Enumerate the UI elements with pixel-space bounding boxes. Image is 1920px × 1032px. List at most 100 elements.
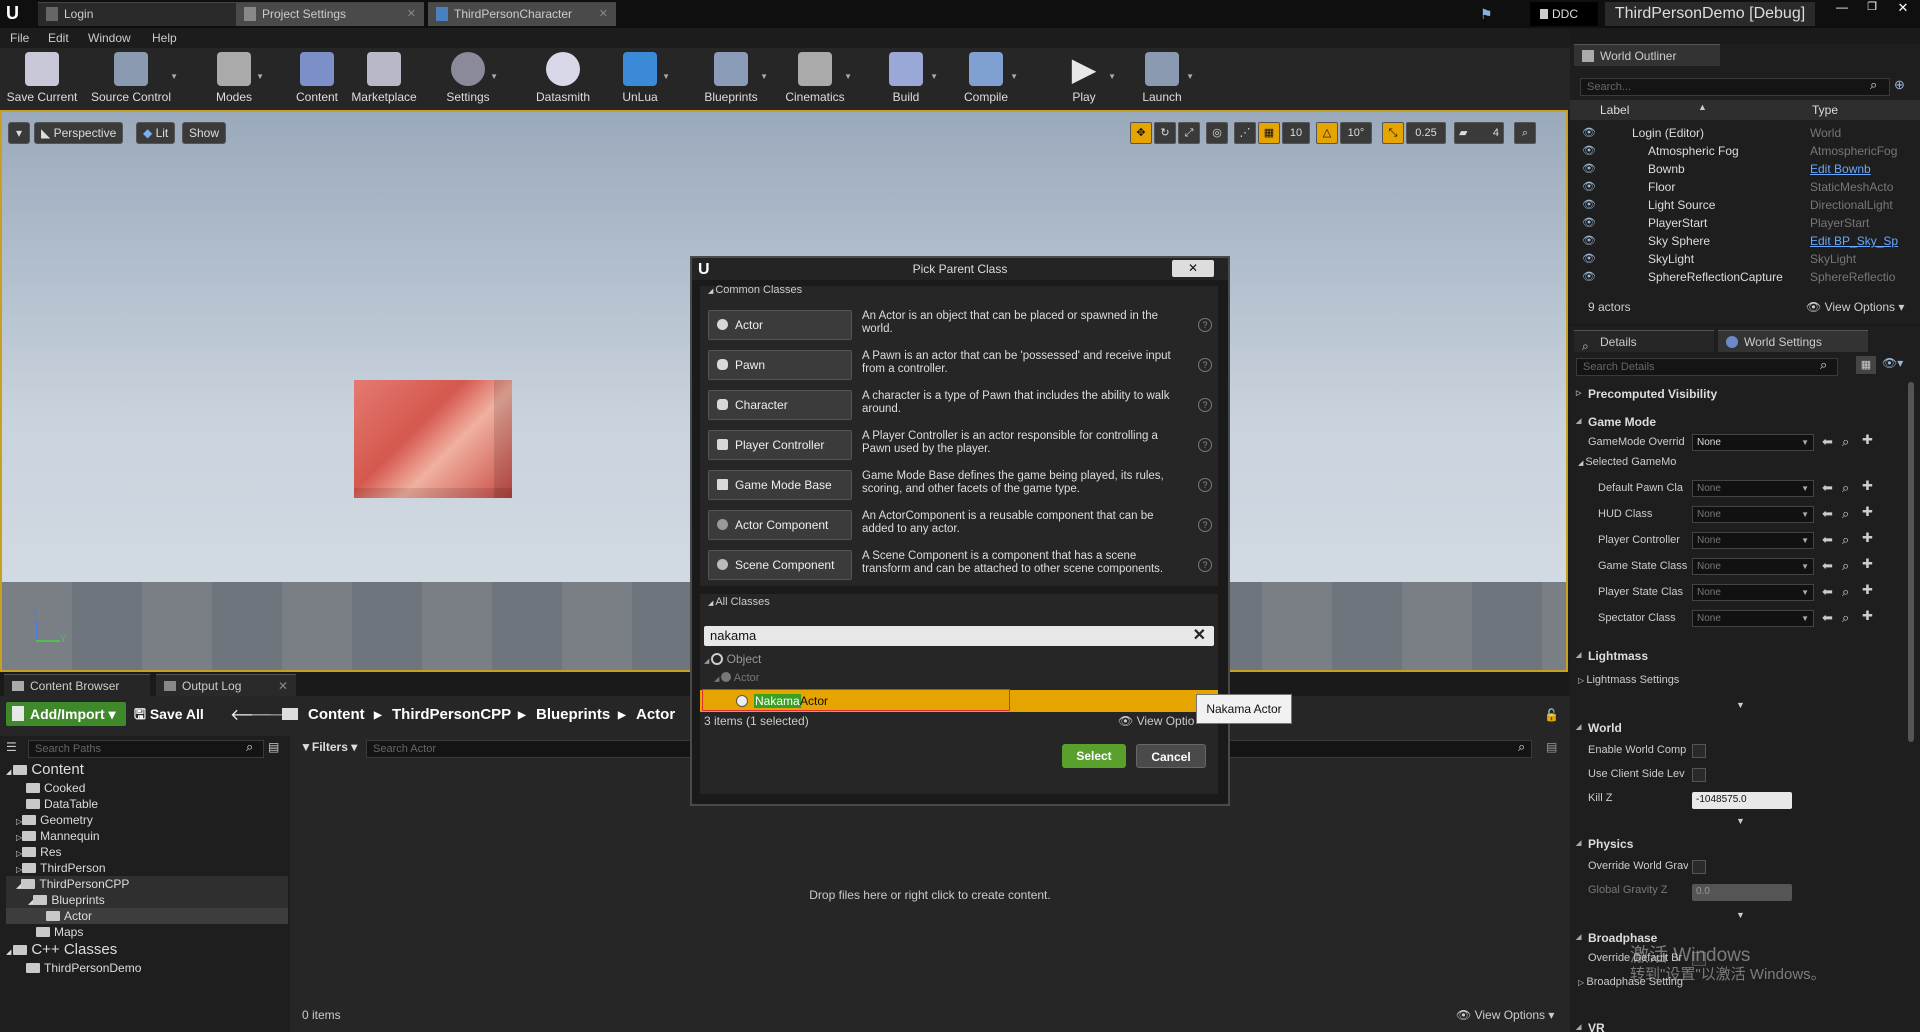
clear-icon[interactable]: ✕: [1193, 626, 1206, 646]
col-label[interactable]: Label: [1600, 103, 1629, 117]
help-icon[interactable]: ?: [1198, 558, 1212, 572]
visibility-eye-icon[interactable]: 👁: [1582, 160, 1596, 178]
enable-world-comp-checkbox[interactable]: [1692, 744, 1706, 758]
chevron-down-icon[interactable]: ▼: [256, 72, 264, 81]
section-lightmass[interactable]: Lightmass: [1574, 646, 1648, 666]
search-icon[interactable]: ⌕: [1518, 739, 1525, 755]
tab-world-settings[interactable]: World Settings: [1718, 330, 1868, 352]
expand-arrow-icon[interactable]: ▼: [1736, 910, 1745, 920]
tab-world-outliner[interactable]: World Outliner: [1574, 44, 1720, 66]
player-controller-select[interactable]: None: [1692, 532, 1814, 549]
build-button[interactable]: Build ▼: [876, 48, 938, 110]
breadcrumb-content[interactable]: Content: [308, 706, 365, 723]
play-button[interactable]: ▶ Play ▼: [1054, 48, 1116, 110]
default-pawn-select[interactable]: None: [1692, 480, 1814, 497]
grid-snap-icon[interactable]: ▦: [1258, 122, 1280, 144]
source-control-button[interactable]: Source Control ▼: [86, 48, 178, 110]
player-state-select[interactable]: None: [1692, 584, 1814, 601]
sources-toggle-icon[interactable]: ☰: [6, 740, 17, 754]
close-icon[interactable]: ✕: [278, 675, 288, 697]
class-button-game-mode-base[interactable]: Game Mode Base: [708, 470, 852, 500]
tree-item-maps[interactable]: Maps: [36, 924, 83, 940]
show-button[interactable]: Show: [182, 122, 227, 144]
save-all-button[interactable]: 🖫 Save All: [134, 704, 204, 728]
blueprints-button[interactable]: Blueprints ▼: [696, 48, 768, 110]
tree-options-icon[interactable]: ▤: [268, 740, 279, 754]
section-world[interactable]: World: [1574, 718, 1622, 738]
tree-item-datatable[interactable]: DataTable: [26, 796, 98, 812]
lightmass-settings[interactable]: ▷ Lightmass Settings: [1578, 670, 1698, 690]
help-icon[interactable]: ?: [1198, 438, 1212, 452]
eye-filter-icon[interactable]: 👁▾: [1882, 356, 1903, 370]
tab-thirdpersoncharacter[interactable]: ThirdPersonCharacter ✕: [428, 2, 616, 26]
launch-button[interactable]: Launch ▼: [1132, 48, 1194, 110]
browse-icon[interactable]: ⌕: [1842, 480, 1849, 496]
outliner-row[interactable]: 👁 Login (Editor) World: [1570, 124, 1920, 142]
class-button-character[interactable]: Character: [708, 390, 852, 420]
chevron-down-icon[interactable]: ▼: [1186, 72, 1194, 81]
minimize-button[interactable]: —: [1828, 0, 1856, 16]
tab-content-browser[interactable]: Content Browser: [4, 674, 150, 696]
outliner-row[interactable]: 👁 Floor StaticMeshActo: [1570, 178, 1920, 196]
translate-icon[interactable]: ✥: [1130, 122, 1152, 144]
plus-icon[interactable]: ✚: [1862, 556, 1873, 572]
close-icon[interactable]: ✕: [407, 3, 416, 25]
dialog-title-bar[interactable]: U Pick Parent Class ✕: [692, 258, 1228, 280]
visibility-eye-icon[interactable]: 👁: [1582, 142, 1596, 160]
visibility-eye-icon[interactable]: 👁: [1582, 196, 1596, 214]
help-icon[interactable]: ?: [1198, 398, 1212, 412]
compile-button[interactable]: Compile ▼: [956, 48, 1018, 110]
tree-item-thirdpersondemo[interactable]: ThirdPersonDemo: [26, 960, 141, 976]
scale-icon[interactable]: ⤢: [1178, 122, 1200, 144]
lock-icon[interactable]: 🔓: [1544, 708, 1559, 722]
notification-icon[interactable]: ⚑: [1480, 6, 1493, 23]
help-icon[interactable]: ?: [1198, 358, 1212, 372]
breadcrumb-blueprints[interactable]: Blueprints: [536, 706, 610, 723]
visibility-eye-icon[interactable]: 👁: [1582, 178, 1596, 196]
section-vr[interactable]: VR: [1574, 1018, 1605, 1032]
tree-item-thirdperson[interactable]: ▷ ThirdPerson: [16, 860, 106, 876]
lit-button[interactable]: ◆ Lit: [136, 122, 176, 144]
cube-actor[interactable]: [354, 380, 512, 498]
visibility-eye-icon[interactable]: 👁: [1582, 268, 1596, 286]
plus-icon[interactable]: ✚: [1862, 608, 1873, 624]
class-button-player-controller[interactable]: Player Controller: [708, 430, 852, 460]
plus-icon[interactable]: ✚: [1862, 478, 1873, 494]
modes-button[interactable]: Modes ▼: [206, 48, 264, 110]
override-gravity-checkbox[interactable]: [1692, 860, 1706, 874]
search-icon[interactable]: ⌕: [1820, 357, 1827, 373]
help-icon[interactable]: ?: [1198, 478, 1212, 492]
world-local-icon[interactable]: ◎: [1206, 122, 1228, 144]
grid-view-icon[interactable]: ▦: [1856, 356, 1876, 374]
tree-item-cpp-classes[interactable]: ◢ C++ Classes: [6, 942, 117, 958]
chevron-down-icon[interactable]: ▼: [170, 72, 178, 81]
add-import-button[interactable]: Add/Import ▾: [6, 702, 126, 726]
browse-icon[interactable]: ⌕: [1842, 610, 1849, 626]
arrow-left-icon[interactable]: ⬅: [1822, 532, 1833, 548]
cinematics-button[interactable]: Cinematics ▼: [780, 48, 852, 110]
class-button-actor[interactable]: Actor: [708, 310, 852, 340]
close-dialog-button[interactable]: ✕: [1172, 260, 1214, 277]
menu-window[interactable]: Window: [88, 31, 131, 45]
tree-item-blueprints[interactable]: ◢ Blueprints: [6, 892, 288, 908]
ue-logo-icon[interactable]: U: [6, 3, 24, 23]
visibility-eye-icon[interactable]: 👁: [1582, 124, 1596, 142]
kill-z-input[interactable]: -1048575.0: [1692, 792, 1792, 809]
outliner-search-input[interactable]: Search...: [1580, 78, 1890, 96]
gamemode-override-select[interactable]: None: [1692, 434, 1814, 451]
folder-icon[interactable]: [282, 708, 298, 720]
close-icon[interactable]: ✕: [599, 3, 608, 25]
add-filter-icon[interactable]: ⊕: [1894, 77, 1905, 93]
tree-item-object[interactable]: ◢ Object: [704, 652, 761, 666]
visibility-eye-icon[interactable]: 👁: [1582, 232, 1596, 250]
outliner-row[interactable]: 👁 Light Source DirectionalLight: [1570, 196, 1920, 214]
plus-icon[interactable]: ✚: [1862, 582, 1873, 598]
datasmith-button[interactable]: Datasmith: [528, 48, 598, 110]
unlua-button[interactable]: UnLua ▼: [612, 48, 670, 110]
game-state-select[interactable]: None: [1692, 558, 1814, 575]
tree-item-actor[interactable]: Actor: [6, 908, 288, 924]
hud-class-select[interactable]: None: [1692, 506, 1814, 523]
ddc-button[interactable]: DDC: [1530, 2, 1598, 26]
rotation-snap-value[interactable]: 10°: [1340, 122, 1372, 144]
arrow-left-icon[interactable]: ⬅: [1822, 584, 1833, 600]
